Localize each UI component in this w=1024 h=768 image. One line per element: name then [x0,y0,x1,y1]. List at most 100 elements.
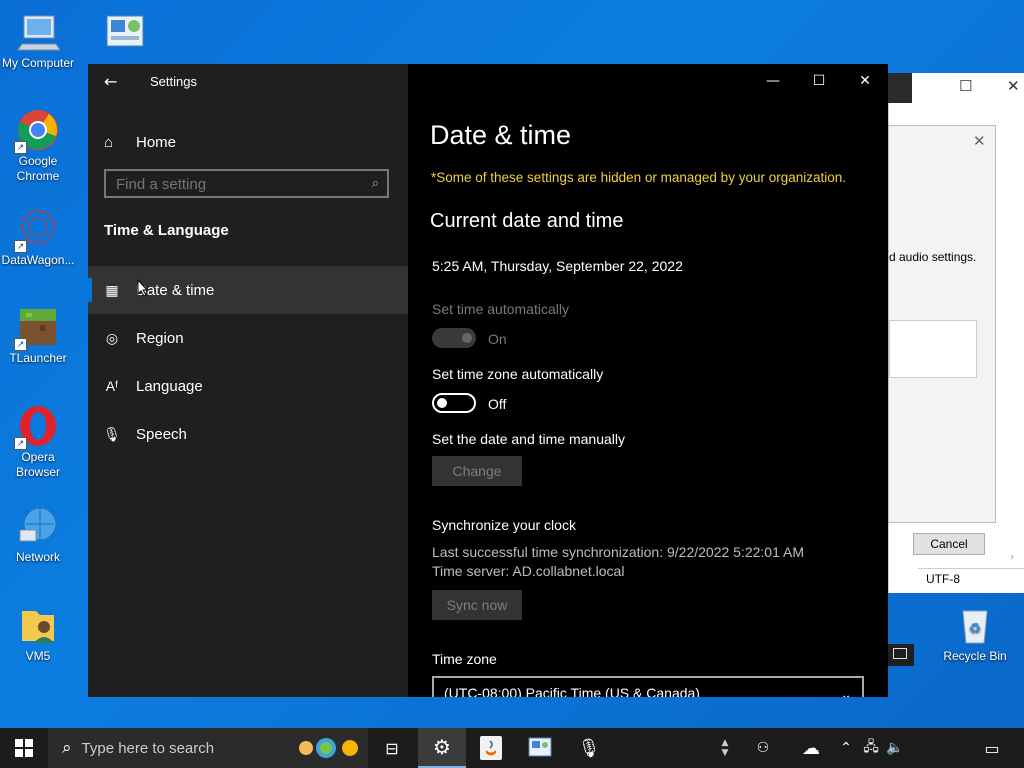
recycle-bin-icon: ♻ [953,603,997,647]
desktop-icon-tlauncher[interactable]: ↗ TLauncher [0,305,76,366]
set-tz-auto-state: Off [488,396,507,412]
toggle-knob [462,333,472,343]
sidebar-item-label: Speech [136,425,187,443]
taskbar-control-panel-app[interactable] [516,728,564,768]
microphone-icon: 🎙 [103,425,121,442]
start-button[interactable] [0,728,48,768]
svg-text:♻: ♻ [969,620,982,636]
window-controls: — ☐ ✕ [750,64,888,98]
java-icon [480,736,502,760]
scroll-arrow-icon[interactable]: › [1010,550,1014,563]
chevron-up-icon: ▲ [721,738,729,748]
task-view-button[interactable]: ⊟ [368,728,416,768]
sync-now-button[interactable]: Sync now [432,590,522,620]
sidebar-item-language[interactable]: Aᶠ Language [88,362,408,410]
time-zone-dropdown[interactable]: (UTC-08:00) Pacific Time (US & Canada) ⌄ [432,676,864,697]
background-strip [888,644,914,666]
desktop-icon-label: Opera Browser [15,450,60,479]
desktop-icon-label: Recycle Bin [943,649,1007,663]
desktop-icon-my-computer[interactable]: My Computer [0,10,76,71]
background-dialog[interactable]: ✕ d audio settings. [888,125,996,523]
microphone-icon: 🎙 [577,737,601,759]
desktop-icon-datawagon[interactable]: ↗ DataWagon... [0,207,76,268]
desktop-icon-control-panel[interactable] [80,10,170,50]
desktop-icon-recycle-bin[interactable]: ♻ Recycle Bin [937,603,1013,664]
set-time-auto-state: On [488,331,507,347]
chevron-down-icon: ▼ [721,748,729,758]
page-title: Date & time [430,120,572,150]
scroll-arrows[interactable]: ▲ ▼ [716,728,734,768]
network-icon[interactable]: 🖧 [860,728,882,768]
window-icon [893,648,907,659]
set-time-auto-label: Set time automatically [432,301,569,317]
manual-date-label: Set the date and time manually [432,431,626,447]
desktop-icon-vm5[interactable]: VM5 [0,603,76,664]
sidebar-item-region[interactable]: ◎ Region [88,314,408,362]
task-view-icon: ⊟ [385,738,399,758]
gear-icon: ⚙ [433,735,451,759]
taskbar-search-box[interactable]: ⌕ Type here to search [48,728,368,768]
taskbar-java-app[interactable] [467,728,515,768]
globe-icon: ◎ [105,329,119,346]
desktop-icon-chrome[interactable]: ↗ Google Chrome [0,108,76,184]
search-input[interactable] [106,171,366,198]
minimize-icon[interactable]: — [750,64,796,98]
home-icon: ⌂ [104,133,114,151]
time-zone-value: (UTC-08:00) Pacific Time (US & Canada) [444,685,700,697]
change-button[interactable]: Change [432,456,522,486]
close-icon[interactable]: ✕ [973,132,986,150]
sidebar-item-label: Language [136,377,203,395]
tlauncher-icon: ↗ [14,305,60,351]
control-panel-icon [103,10,147,50]
network-icon [16,504,60,548]
desktop-icon-label: VM5 [25,649,51,663]
computer-icon [16,10,61,54]
dialog-textbox[interactable] [889,320,977,378]
encoding-field[interactable]: UTF-8 [918,568,1024,589]
window-title: Settings [150,74,197,89]
desktop-icon-label: My Computer [1,56,75,70]
show-hidden-icons-icon[interactable]: ⌃ [838,728,854,768]
chrome-icon: ↗ [14,108,60,154]
audio-settings-text: d audio settings. [889,250,977,264]
maximize-icon[interactable]: ☐ [959,77,972,95]
background-titlebar [888,73,912,103]
close-icon[interactable]: ✕ [842,64,888,98]
toggle-knob [437,398,447,408]
windows-logo-icon [15,739,33,757]
set-time-auto-toggle[interactable] [432,328,476,348]
desktop-icon-network[interactable]: Network [0,504,76,565]
search-icon[interactable]: ⌕ [372,176,379,191]
taskbar-voice-app[interactable]: 🎙 [565,728,613,768]
sidebar-item-speech[interactable]: 🎙 Speech [88,410,408,458]
onedrive-icon[interactable]: ☁ [795,728,827,768]
home-label: Home [136,133,177,151]
notifications-icon[interactable]: ▭ [974,728,1010,768]
sync-server-text: Time server: AD.collabnet.local [432,563,625,579]
language-icon: Aᶠ [105,378,119,394]
settings-window[interactable]: ← Settings ⌂ Home ⌕ Time & Language ▦ Da… [88,64,888,697]
calendar-clock-icon: ▦ [105,281,119,298]
search-highlights-icon [298,736,362,760]
settings-content: — ☐ ✕ Date & time *Some of these setting… [408,64,888,697]
maximize-icon[interactable]: ☐ [796,64,842,98]
taskbar-settings-app[interactable]: ⚙ [418,728,466,768]
opera-icon: ↗ [14,404,60,450]
desktop-icon-label: DataWagon... [1,253,75,267]
back-arrow-icon[interactable]: ← [104,72,117,91]
volume-icon[interactable]: 🔈 [884,728,906,768]
cancel-button[interactable]: Cancel [913,533,985,555]
close-icon[interactable]: ✕ [1007,77,1020,95]
set-tz-auto-label: Set time zone automatically [432,366,604,382]
set-tz-auto-toggle[interactable] [432,393,476,413]
taskbar: ⌕ Type here to search ⊟ ⚙ 🎙 ▲ ▼ ⚇ ☁ ⌃ 🖧 … [0,728,1024,768]
taskbar-search-placeholder: Type here to search [81,739,215,757]
time-zone-label: Time zone [432,651,497,667]
find-setting-search[interactable]: ⌕ [104,169,389,198]
desktop-icon-opera[interactable]: ↗ Opera Browser [0,404,76,480]
sync-last-text: Last successful time synchronization: 9/… [432,544,804,560]
sidebar-item-date-time[interactable]: ▦ Date & time [88,266,408,314]
section-title: Time & Language [104,222,229,239]
people-icon[interactable]: ⚇ [748,728,778,768]
home-link[interactable]: ⌂ Home [104,128,176,156]
